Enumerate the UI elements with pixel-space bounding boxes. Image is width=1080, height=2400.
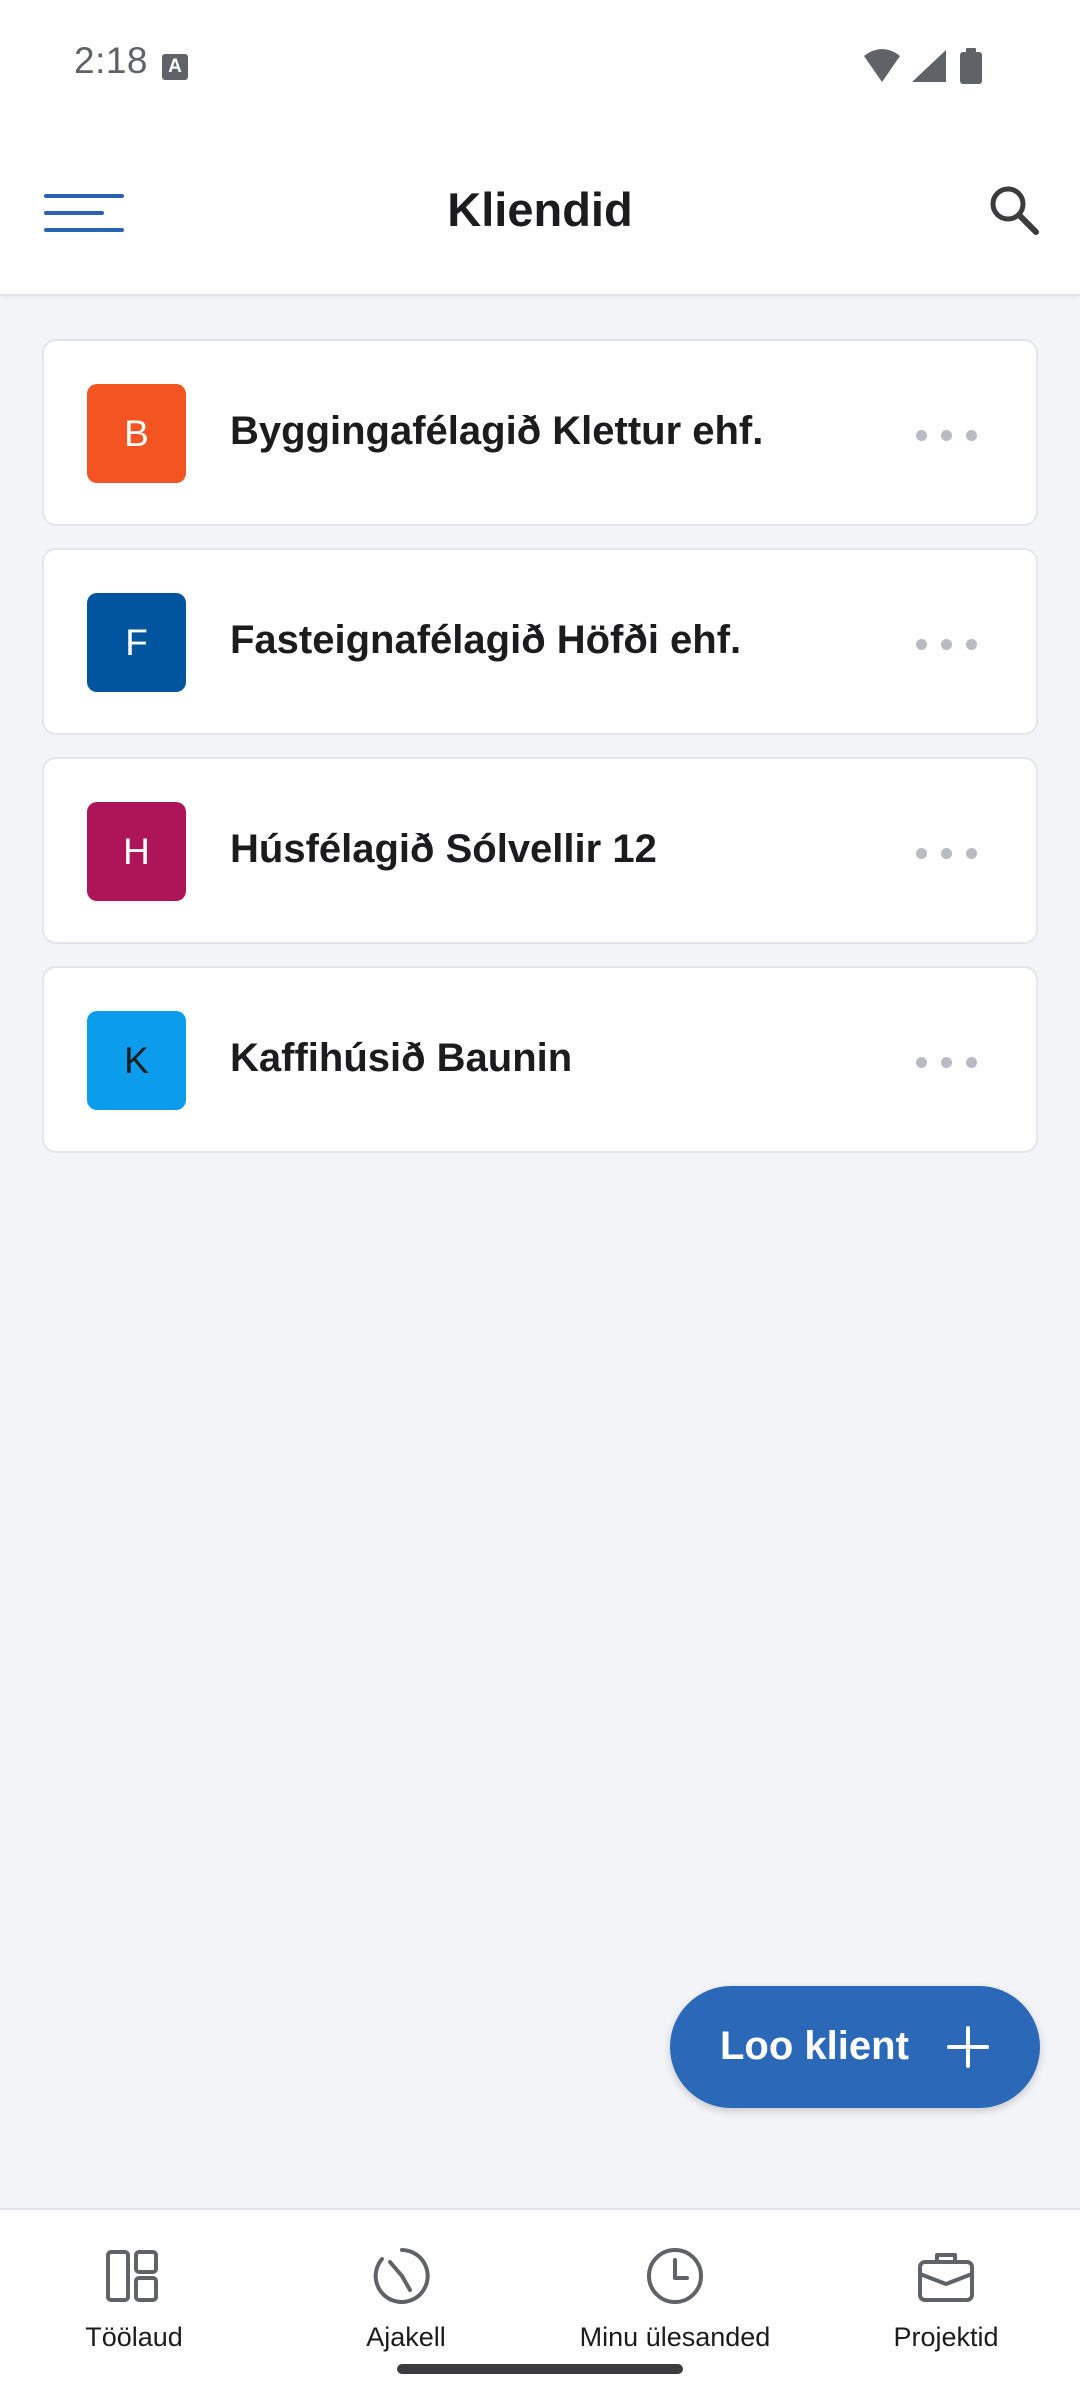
battery-icon [960,48,982,84]
client-name: Byggingafélagið Klettur ehf. [230,409,764,453]
add-client-label: Loo klient [720,2024,909,2068]
nav-item-timer[interactable]: Ajakell [276,2210,536,2370]
client-avatar: H [87,802,186,901]
nav-item-dashboard[interactable]: Töölaud [4,2210,264,2370]
search-icon[interactable] [984,180,1044,240]
nav-item-my-tasks[interactable]: Minu ülesanded [545,2210,805,2370]
status-icons [862,46,1006,86]
nav-label: Ajakell [366,2322,446,2352]
client-list: B Byggingafélagið Klettur ehf. F Fasteig… [42,339,1038,1175]
client-avatar: B [87,384,186,483]
client-name: Fasteignafélagið Höfði ehf. [230,618,742,662]
client-name: Húsfélagið Sólvellir 12 [230,827,657,871]
home-indicator[interactable] [397,2364,683,2374]
nav-item-projects[interactable]: Projektid [816,2210,1076,2370]
clock-icon [647,2248,703,2304]
page-title: Kliendid [447,183,633,236]
client-card[interactable]: H Húsfélagið Sólvellir 12 [42,757,1038,944]
dashboard-icon [106,2250,158,2302]
nav-label: Minu ülesanded [579,2322,771,2352]
a-icon: A [162,54,188,80]
timer-icon [373,2248,430,2304]
more-options-icon[interactable] [912,829,982,875]
plus-icon [947,2026,989,2068]
nav-label: Projektid [893,2322,999,2352]
status-time: 2:18 [74,40,149,81]
client-card[interactable]: F Fasteignafélagið Höfði ehf. [42,548,1038,735]
status-bar: 2:18 A [0,0,1080,130]
add-client-button[interactable]: Loo klient [670,1986,1040,2108]
app-header: Kliendid [0,130,1080,296]
nav-label: Töölaud [85,2322,183,2352]
more-options-icon[interactable] [912,1038,982,1084]
briefcase-icon [918,2253,974,2302]
wifi-icon [864,49,900,82]
client-card[interactable]: B Byggingafélagið Klettur ehf. [42,339,1038,526]
more-options-icon[interactable] [912,411,982,457]
more-options-icon[interactable] [912,620,982,666]
client-card[interactable]: K Kaffihúsið Baunin [42,966,1038,1153]
signal-icon [912,50,946,82]
client-name: Kaffihúsið Baunin [230,1036,573,1080]
client-avatar: K [87,1011,186,1110]
client-avatar: F [87,593,186,692]
